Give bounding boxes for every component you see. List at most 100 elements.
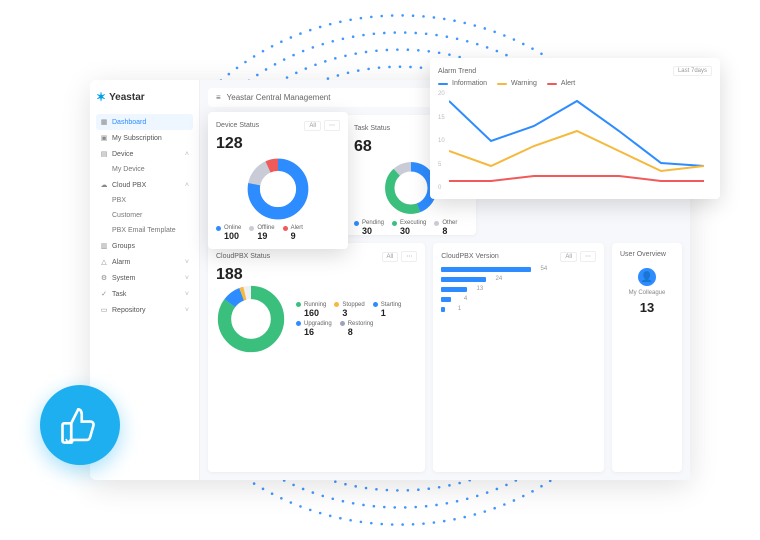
cloudpbx-status-donut bbox=[216, 284, 286, 354]
nav-icon: ▤ bbox=[100, 150, 108, 158]
device-status-filter[interactable]: All bbox=[304, 121, 321, 131]
colleague-label: My Colleague bbox=[629, 290, 666, 296]
legend-value: 30 bbox=[400, 226, 410, 236]
bar-label: 13 bbox=[471, 286, 483, 292]
sidebar-item-task[interactable]: ✓Task˅ bbox=[96, 286, 193, 302]
sidebar-item-dashboard[interactable]: ▦ Dashboard bbox=[96, 114, 193, 130]
user-overview-title: User Overview bbox=[620, 251, 666, 258]
legend-item: Restoring8 bbox=[340, 321, 374, 337]
device-status-menu[interactable]: ⋯ bbox=[324, 120, 340, 131]
sidebar-item-customer[interactable]: Customer bbox=[96, 208, 193, 223]
legend-item: Warning bbox=[497, 80, 537, 87]
chevron-icon: ˄ bbox=[185, 151, 189, 158]
device-status-legend: Online100 Offline19 Alert9 bbox=[216, 225, 340, 241]
chevron-icon: ˄ bbox=[185, 182, 189, 189]
sidebar-item-repository[interactable]: ▭Repository˅ bbox=[96, 302, 193, 318]
nav-label: Groups bbox=[112, 243, 135, 250]
bar-row: 24 bbox=[441, 276, 596, 282]
cloudpbx-version-menu[interactable]: ⋯ bbox=[580, 251, 596, 262]
nav-icon: ▣ bbox=[100, 134, 108, 142]
brand-name: Yeastar bbox=[109, 92, 145, 103]
legend-dot bbox=[216, 226, 221, 231]
nav-label: Customer bbox=[112, 212, 142, 219]
device-status-total: 128 bbox=[216, 135, 340, 153]
logo-mark-icon: ✶ bbox=[96, 90, 106, 104]
legend-item: Stopped3 bbox=[334, 302, 364, 318]
bar-label: 54 bbox=[535, 266, 547, 272]
bar-label: 24 bbox=[490, 276, 502, 282]
alarm-trend-yaxis: 20151050 bbox=[438, 91, 445, 191]
menu-icon[interactable]: ≡ bbox=[216, 93, 221, 102]
legend-item: Offline19 bbox=[249, 225, 274, 241]
legend-item: Alert9 bbox=[283, 225, 303, 241]
legend-item: Starting1 bbox=[373, 302, 402, 318]
alarm-trend-card: Alarm Trend Last 7days Information Warnin… bbox=[430, 58, 720, 199]
nav-icon: △ bbox=[100, 258, 108, 266]
cloudpbx-status-legend: Running160Stopped3Starting1Upgrading16Re… bbox=[296, 302, 401, 337]
bar bbox=[441, 297, 451, 302]
alarm-trend-title: Alarm Trend bbox=[438, 68, 476, 75]
bar-row: 13 bbox=[441, 286, 596, 292]
nav-icon: ▦ bbox=[100, 118, 108, 126]
sidebar-item-my-subscription[interactable]: ▣ My Subscription bbox=[96, 130, 193, 146]
legend-value: 30 bbox=[362, 226, 372, 236]
sidebar-item-pbx-email-template[interactable]: PBX Email Template bbox=[96, 223, 193, 238]
nav-list: ▦ Dashboard ▣ My Subscription ▤ Device ˄ My Dev… bbox=[96, 114, 193, 318]
alarm-trend-legend: Information Warning Alert bbox=[438, 80, 712, 87]
nav-label: My Subscription bbox=[112, 135, 162, 142]
nav-label: PBX bbox=[112, 197, 126, 204]
device-status-card: Device Status All ⋯ 128 Online100 Offline… bbox=[208, 112, 348, 249]
page-title: Yeastar Central Management bbox=[227, 93, 331, 102]
nav-label: Device bbox=[112, 151, 133, 158]
bar-row: 4 bbox=[441, 296, 596, 302]
chevron-icon: ˅ bbox=[185, 307, 189, 314]
cloudpbx-version-title: CloudPBX Version bbox=[441, 253, 499, 260]
cloudpbx-status-total: 188 bbox=[216, 266, 417, 284]
alarm-trend-filter[interactable]: Last 7days bbox=[673, 66, 712, 76]
sidebar-item-groups[interactable]: ▥ Groups bbox=[96, 238, 193, 254]
cloudpbx-status-filter[interactable]: All bbox=[382, 252, 399, 262]
legend-item: Other8 bbox=[434, 220, 457, 236]
legend-item: Information bbox=[438, 80, 487, 87]
legend-dot bbox=[434, 221, 439, 226]
user-overview-card: User Overview 👤 My Colleague 13 bbox=[612, 243, 682, 472]
sidebar-item-system[interactable]: ⚙System˅ bbox=[96, 270, 193, 286]
sidebar-item-cloud-pbx[interactable]: ☁Cloud PBX˄ bbox=[96, 177, 193, 193]
sidebar-item-my-device[interactable]: My Device bbox=[96, 162, 193, 177]
cloudpbx-version-filter[interactable]: All bbox=[560, 252, 577, 262]
nav-icon: ▭ bbox=[100, 306, 108, 314]
legend-item: Pending30 bbox=[354, 220, 384, 236]
sidebar-item-device[interactable]: ▤ Device ˄ bbox=[96, 146, 193, 162]
bar-label: 1 bbox=[449, 306, 461, 312]
nav-label: PBX Email Template bbox=[112, 227, 176, 234]
sidebar-item-alarm[interactable]: △Alarm˅ bbox=[96, 254, 193, 270]
cloudpbx-status-menu[interactable]: ⋯ bbox=[401, 251, 417, 262]
bar-row: 54 bbox=[441, 266, 596, 272]
bar bbox=[441, 287, 467, 292]
bar-label: 4 bbox=[455, 296, 467, 302]
nav-label: Dashboard bbox=[112, 119, 146, 126]
nav-icon: ▥ bbox=[100, 242, 108, 250]
bar-row: 1 bbox=[441, 306, 596, 312]
legend-item: Alert bbox=[547, 80, 575, 87]
cloudpbx-version-card: CloudPBX Version All ⋯ 54 24 13 4 1 bbox=[433, 243, 604, 472]
nav-label: Alarm bbox=[112, 259, 130, 266]
legend-item: Upgrading16 bbox=[296, 321, 332, 337]
legend-dot bbox=[354, 221, 359, 226]
cloudpbx-status-card: CloudPBX Status All ⋯ 188 Running160Stop… bbox=[208, 243, 425, 472]
sidebar-item-pbx[interactable]: PBX bbox=[96, 193, 193, 208]
nav-icon: ✓ bbox=[100, 290, 108, 298]
legend-item: Online100 bbox=[216, 225, 241, 241]
nav-label: My Device bbox=[112, 166, 145, 173]
alarm-trend-chart bbox=[449, 91, 704, 191]
cloudpbx-status-title: CloudPBX Status bbox=[216, 253, 270, 260]
legend-value: 8 bbox=[442, 226, 447, 236]
avatar-icon[interactable]: 👤 bbox=[638, 268, 656, 286]
bar bbox=[441, 307, 445, 312]
legend-dot bbox=[392, 221, 397, 226]
nav-label: System bbox=[112, 275, 135, 282]
bar bbox=[441, 277, 486, 282]
legend-dot bbox=[283, 226, 288, 231]
device-status-title: Device Status bbox=[216, 122, 259, 129]
chevron-icon: ˅ bbox=[185, 291, 189, 298]
